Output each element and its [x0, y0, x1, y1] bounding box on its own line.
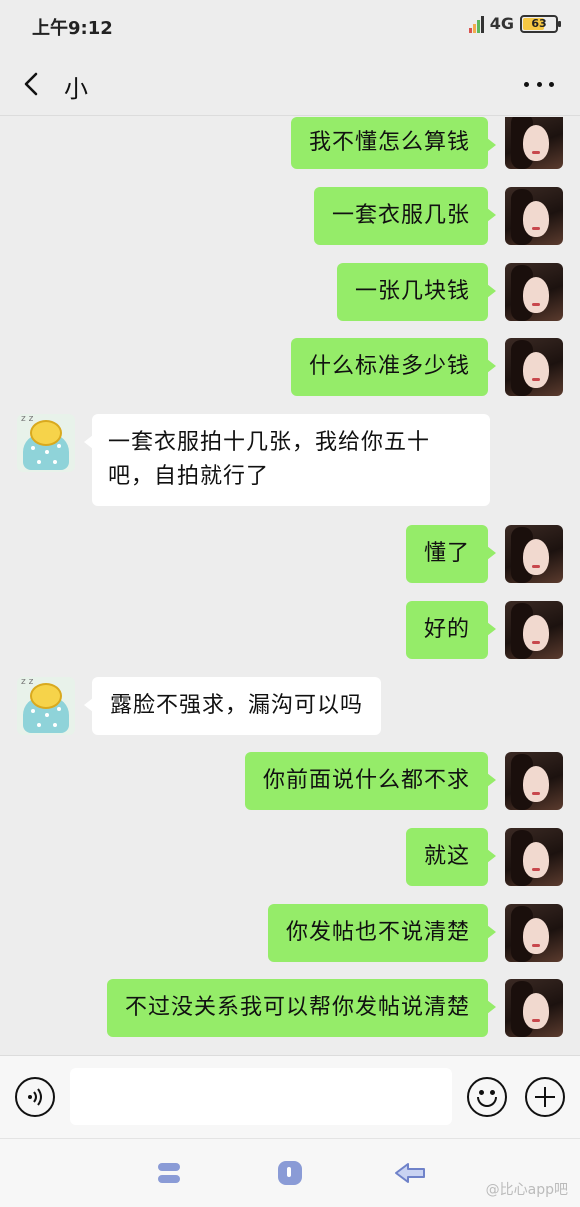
- message-bubble[interactable]: 懂了: [405, 525, 497, 583]
- message-bubble[interactable]: 我不懂怎么算钱: [290, 117, 497, 169]
- message-bubble[interactable]: 什么标准多少钱: [290, 338, 497, 396]
- message-input[interactable]: [70, 1068, 452, 1125]
- avatar-self[interactable]: [505, 117, 563, 169]
- back-button[interactable]: [16, 66, 48, 102]
- message-bubble[interactable]: 好的: [405, 601, 497, 659]
- network-type: 4G: [489, 14, 514, 33]
- watermark: @比心app吧: [485, 1182, 568, 1198]
- message-bubble[interactable]: 就这: [405, 828, 497, 886]
- system-nav-bar: @比心app吧: [0, 1138, 580, 1207]
- emoji-button[interactable]: [467, 1077, 507, 1117]
- status-time: 上午9:12: [32, 18, 113, 39]
- more-options-button[interactable]: [524, 72, 554, 96]
- avatar-self[interactable]: [505, 828, 563, 886]
- message-bubble[interactable]: 不过没关系我可以帮你发帖说清楚: [106, 979, 497, 1037]
- system-back-button[interactable]: [394, 1159, 426, 1187]
- message-bubble[interactable]: 一套衣服拍十几张，我给你五十吧，自拍就行了: [84, 414, 490, 506]
- message-bubble[interactable]: 露脸不强求，漏沟可以吗: [83, 677, 382, 735]
- battery-icon: 63: [520, 14, 561, 33]
- signal-icon: [468, 15, 484, 33]
- voice-icon: [28, 1088, 42, 1106]
- more-actions-button[interactable]: [525, 1077, 565, 1117]
- message-bubble[interactable]: 一张几块钱: [336, 263, 497, 321]
- message-bubble[interactable]: 一套衣服几张: [313, 187, 497, 245]
- message-bubble[interactable]: 你发帖也不说清楚: [267, 904, 497, 962]
- chevron-left-icon: [24, 72, 38, 96]
- avatar-self[interactable]: [505, 979, 563, 1037]
- status-indicators: 4G 63: [468, 14, 561, 33]
- avatar-self[interactable]: [505, 525, 563, 583]
- input-bar: [0, 1055, 580, 1138]
- back-arrow-icon: [395, 1163, 425, 1183]
- avatar-self[interactable]: [505, 601, 563, 659]
- avatar-self[interactable]: [505, 338, 563, 396]
- more-icon: [524, 81, 529, 87]
- status-bar: 上午9:12 4G 63: [0, 0, 580, 52]
- chat-title: 小: [64, 75, 88, 103]
- avatar-contact[interactable]: z z: [17, 677, 75, 735]
- avatar-self[interactable]: [505, 263, 563, 321]
- avatar-self[interactable]: [505, 187, 563, 245]
- avatar-contact[interactable]: z z: [17, 414, 75, 472]
- home-button[interactable]: [274, 1159, 306, 1187]
- recent-apps-button[interactable]: [154, 1159, 186, 1187]
- battery-level: 63: [531, 17, 547, 30]
- chat-header: 小: [0, 52, 580, 116]
- message-list[interactable]: 我不懂怎么算钱 一套衣服几张 一张几块钱 什么标准多少钱 z z 一套衣服拍十几…: [0, 117, 580, 1055]
- message-bubble[interactable]: 你前面说什么都不求: [244, 752, 497, 810]
- avatar-self[interactable]: [505, 752, 563, 810]
- voice-input-button[interactable]: [15, 1077, 55, 1117]
- avatar-self[interactable]: [505, 904, 563, 962]
